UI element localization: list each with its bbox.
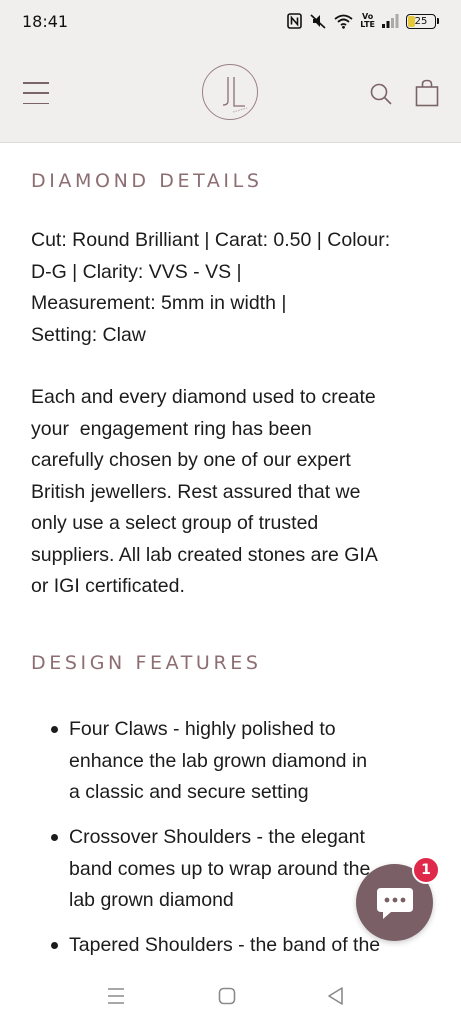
nfc-icon — [287, 13, 303, 29]
spec-line: D-G | Clarity: VVS - VS | — [31, 260, 242, 283]
status-icons: Vo LTE 25 — [287, 13, 439, 29]
description-line: only use a select group of trusted — [31, 512, 319, 534]
diamond-details-heading: DIAMOND DETAILS — [31, 170, 263, 192]
menu-line — [23, 102, 49, 104]
search-icon[interactable] — [369, 82, 393, 110]
diamond-description: Each and every diamond used to create yo… — [31, 382, 431, 603]
hamburger-menu-icon[interactable] — [23, 82, 49, 104]
chat-unread-badge: 1 — [412, 856, 440, 884]
description-line: Each and every diamond used to create — [31, 386, 376, 408]
volte-bottom-label: LTE — [360, 20, 375, 29]
menu-line — [23, 82, 49, 84]
list-item-line: a classic and secure setting — [69, 781, 309, 803]
description-line: carefully chosen by one of our expert — [31, 449, 351, 471]
battery-nub — [437, 18, 439, 24]
list-item-text: Crossover Shoulders - the elegant band c… — [69, 822, 370, 917]
volte-icon: Vo LTE — [360, 13, 375, 29]
list-item-text: Tapered Shoulders - the band of the — [69, 930, 380, 962]
product-description: DIAMOND DETAILS Cut: Round Brilliant | C… — [0, 143, 461, 970]
brand-logo[interactable] — [202, 64, 258, 120]
bullet-icon — [51, 942, 58, 949]
status-time: 18:41 — [22, 11, 69, 31]
brand-logo-mark-icon — [222, 77, 248, 113]
description-line: or IGI certificated. — [31, 575, 185, 597]
list-item-line: lab grown diamond — [69, 889, 234, 911]
battery-icon: 25 — [406, 13, 439, 29]
list-item-line: Crossover Shoulders - the elegant — [69, 826, 365, 848]
bullet-icon — [51, 834, 58, 841]
list-item-line: enhance the lab grown diamond in — [69, 749, 368, 772]
bullet-icon — [51, 726, 58, 733]
design-features-heading: DESIGN FEATURES — [31, 652, 262, 674]
diamond-specs: Cut: Round Brilliant | Carat: 0.50 | Col… — [31, 225, 431, 351]
shopping-bag-icon[interactable] — [415, 79, 439, 111]
spec-line: Measurement: 5mm in width | — [31, 292, 287, 314]
mute-icon — [309, 13, 327, 29]
battery-body: 25 — [406, 13, 436, 29]
site-header — [0, 42, 461, 143]
wifi-icon — [334, 14, 353, 29]
list-item-line: Four Claws - highly polished to — [69, 718, 336, 740]
recents-icon[interactable] — [107, 987, 125, 1009]
chat-bubble-icon — [376, 887, 413, 919]
signal-icon — [382, 14, 399, 28]
spec-line: Cut: Round Brilliant | Carat: 0.50 | Col… — [31, 229, 391, 251]
list-item-line: band comes up to wrap around the — [69, 857, 371, 880]
list-item-line: Tapered Shoulders - the band of the — [69, 934, 381, 956]
system-nav-bar — [0, 970, 461, 1024]
description-line: your engagement ring has been — [31, 417, 312, 440]
spec-line: Setting: Claw — [31, 323, 146, 346]
menu-line — [23, 92, 49, 94]
status-bar: 18:41 Vo LTE 25 — [0, 0, 461, 42]
back-icon[interactable] — [327, 986, 345, 1010]
list-item-text: Four Claws - highly polished to enhance … — [69, 714, 367, 809]
description-line: suppliers. All lab created stones are GI… — [31, 543, 378, 566]
battery-level: 25 — [414, 15, 428, 27]
home-icon[interactable] — [218, 987, 236, 1009]
description-line: British jewellers. Rest assured that we — [31, 480, 361, 503]
